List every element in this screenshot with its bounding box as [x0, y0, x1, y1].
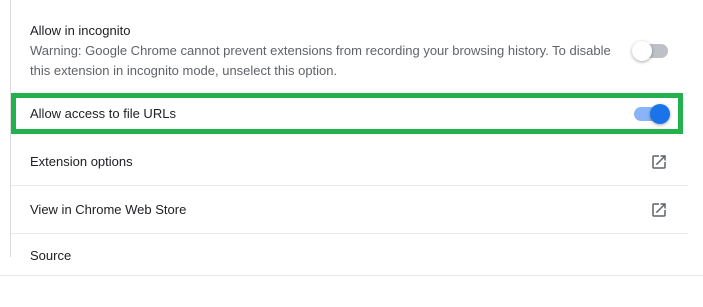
allow-incognito-text: Allow in incognito Warning: Google Chrom… — [30, 21, 630, 81]
allow-file-urls-row: Allow access to file URLs — [11, 94, 688, 134]
allow-incognito-toggle[interactable] — [632, 41, 668, 61]
allow-incognito-label: Allow in incognito — [30, 23, 131, 38]
open-in-new-icon[interactable] — [650, 153, 668, 171]
chrome-web-store-label: View in Chrome Web Store — [30, 201, 187, 217]
allow-incognito-row: Allow in incognito Warning: Google Chrom… — [11, 17, 688, 85]
open-in-new-icon[interactable] — [650, 201, 668, 219]
extension-options-label: Extension options — [30, 153, 133, 169]
chrome-web-store-row[interactable]: View in Chrome Web Store — [11, 186, 688, 234]
bottom-divider — [0, 275, 703, 276]
allow-file-urls-toggle[interactable] — [634, 104, 670, 124]
toggle-knob — [650, 104, 670, 124]
toggle-knob — [632, 41, 652, 61]
source-label: Source — [30, 248, 72, 263]
allow-incognito-warning: Warning: Google Chrome cannot prevent ex… — [30, 43, 611, 78]
extension-details-page: Allow in incognito Warning: Google Chrom… — [0, 0, 703, 307]
extension-options-row[interactable]: Extension options — [11, 138, 688, 186]
allow-file-urls-label: Allow access to file URLs — [30, 106, 176, 121]
source-row: Source — [11, 234, 688, 274]
